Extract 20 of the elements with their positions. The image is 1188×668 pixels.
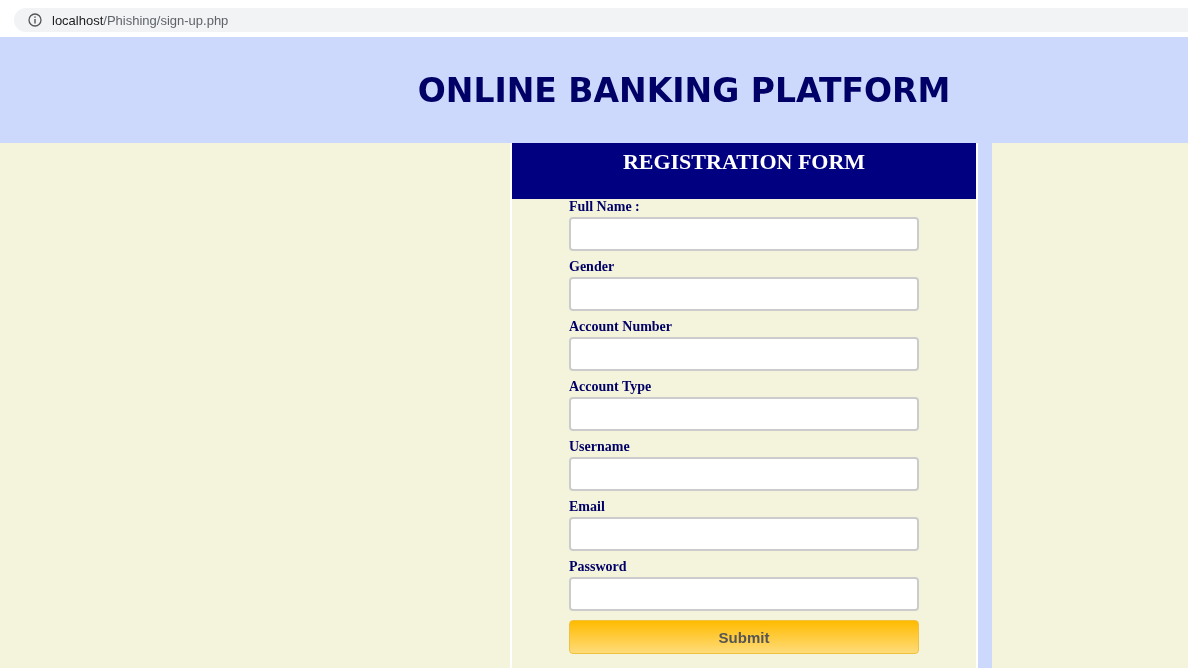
url-text: localhost/Phishing/sign-up.php bbox=[52, 12, 229, 28]
field-label: Account Number bbox=[569, 319, 673, 335]
site-title: ONLINE BANKING PLATFORM bbox=[417, 70, 951, 110]
input-field[interactable] bbox=[569, 397, 919, 431]
address-bar[interactable]: localhost/Phishing/sign-up.php bbox=[14, 8, 1188, 32]
field-label: Email bbox=[569, 499, 605, 515]
field-label: Gender bbox=[569, 259, 615, 275]
submit-button[interactable]: Submit bbox=[569, 620, 919, 654]
input-field[interactable] bbox=[569, 337, 919, 371]
field-label: Account Type bbox=[569, 379, 652, 395]
input-field[interactable] bbox=[569, 457, 919, 491]
input-field[interactable] bbox=[569, 277, 919, 311]
form-title: REGISTRATION FORM bbox=[622, 149, 866, 175]
field-label: Username bbox=[569, 439, 630, 455]
info-icon[interactable] bbox=[28, 13, 42, 27]
input-field[interactable] bbox=[569, 577, 919, 611]
field-label: Password bbox=[569, 559, 627, 575]
input-field[interactable] bbox=[569, 217, 919, 251]
input-field[interactable] bbox=[569, 517, 919, 551]
field-label: Full Name : bbox=[569, 199, 640, 215]
